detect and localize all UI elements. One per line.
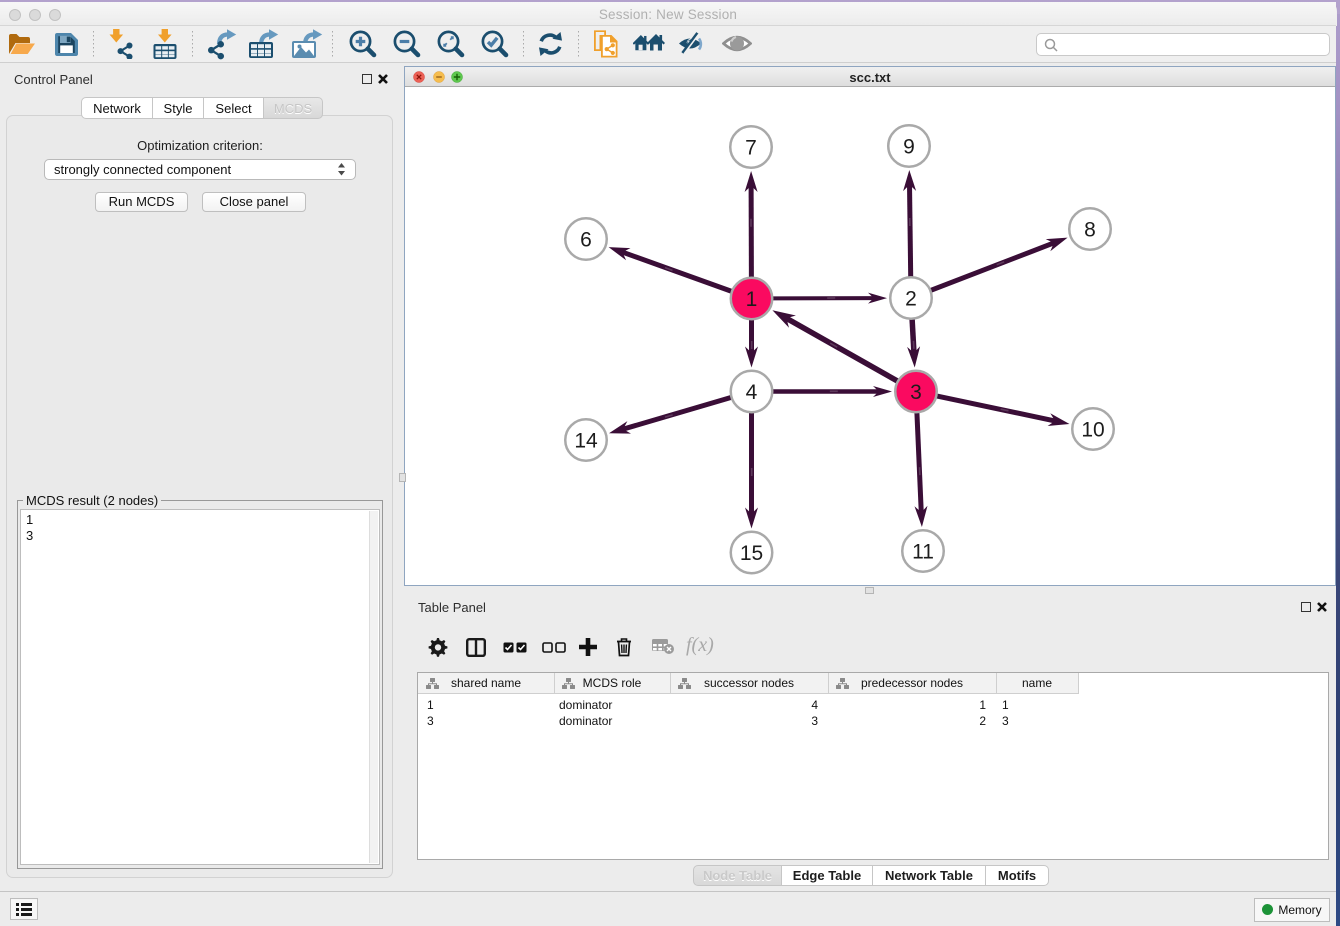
svg-text:9: 9: [903, 136, 915, 159]
svg-text:6: 6: [580, 229, 592, 252]
svg-text:4: 4: [746, 381, 758, 404]
svg-text:15: 15: [740, 542, 763, 565]
svg-text:2: 2: [905, 288, 917, 311]
svg-text:10: 10: [1081, 419, 1104, 442]
svg-text:3: 3: [910, 381, 922, 404]
svg-text:7: 7: [745, 137, 757, 160]
svg-text:14: 14: [574, 430, 598, 453]
svg-text:11: 11: [912, 541, 934, 564]
svg-text:1: 1: [746, 288, 758, 311]
svg-text:8: 8: [1084, 219, 1096, 242]
